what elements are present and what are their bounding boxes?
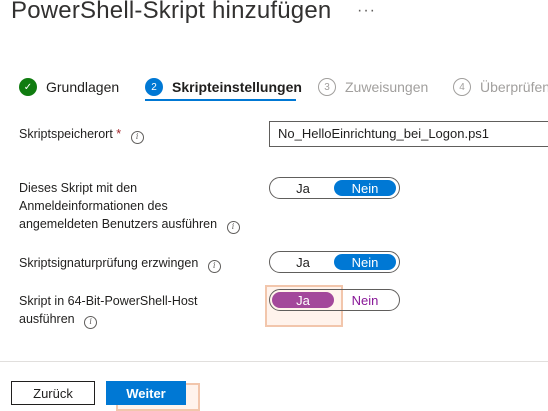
run-64bit-toggle[interactable]: Ja Nein — [269, 289, 400, 311]
required-marker: * — [116, 127, 122, 141]
next-button[interactable]: Weiter — [106, 381, 186, 405]
page-title: PowerShell-Skript hinzufügen — [11, 0, 332, 24]
toggle-option-nein[interactable]: Nein — [334, 254, 396, 270]
active-step-indicator — [145, 99, 296, 101]
step-skripteinstellungen[interactable]: 2 Skripteinstellungen — [145, 78, 302, 96]
toggle-option-nein[interactable]: Nein — [334, 292, 396, 308]
step-number: 4 — [453, 78, 471, 96]
toggle-option-ja[interactable]: Ja — [272, 254, 334, 270]
info-icon[interactable]: i — [130, 130, 144, 144]
step-label: Überprüfen — [480, 79, 548, 95]
toggle-option-ja[interactable]: Ja — [272, 180, 334, 196]
script-location-label: Skriptspeicherort * i — [19, 125, 144, 144]
more-icon[interactable]: ··· — [357, 2, 376, 20]
back-button[interactable]: Zurück — [11, 381, 95, 405]
step-label: Grundlagen — [46, 79, 120, 95]
info-icon[interactable]: i — [84, 315, 98, 329]
checkmark-icon: ✓ — [19, 78, 37, 96]
page: PowerShell-Skript hinzufügen ··· ✓ Grund… — [0, 0, 548, 411]
info-icon[interactable]: i — [226, 220, 240, 234]
run-as-user-label: Dieses Skript mit den Anmeldeinformation… — [19, 179, 240, 234]
signature-toggle[interactable]: Ja Nein — [269, 251, 400, 273]
run-as-user-toggle[interactable]: Ja Nein — [269, 177, 400, 199]
step-grundlagen[interactable]: ✓ Grundlagen — [19, 78, 119, 96]
step-label: Zuweisungen — [345, 79, 429, 95]
divider — [0, 361, 548, 362]
step-number: 2 — [145, 78, 163, 96]
toggle-option-ja[interactable]: Ja — [272, 292, 334, 308]
signature-label: Skriptsignaturprüfung erzwingen i — [19, 254, 221, 273]
toggle-option-nein[interactable]: Nein — [334, 180, 396, 196]
step-number: 3 — [318, 78, 336, 96]
script-location-field[interactable]: No_HelloEinrichtung_bei_Logon.ps1 — [269, 121, 548, 147]
info-icon[interactable]: i — [207, 259, 221, 273]
run-64bit-label: Skript in 64-Bit-PowerShell-Host ausführ… — [19, 292, 198, 329]
step-ueberpruefen[interactable]: 4 Überprüfen — [453, 78, 548, 96]
step-label: Skripteinstellungen — [172, 79, 302, 95]
step-zuweisungen[interactable]: 3 Zuweisungen — [318, 78, 428, 96]
